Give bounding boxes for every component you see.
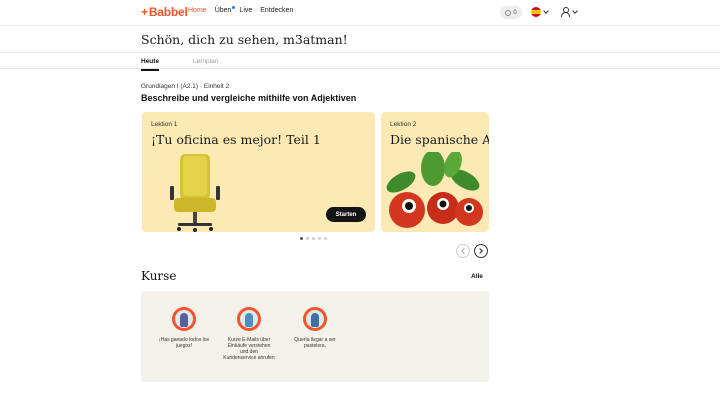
chevron-right-icon bbox=[477, 248, 483, 254]
carousel-next-button[interactable] bbox=[474, 244, 488, 258]
see-all-courses-link[interactable]: Alle bbox=[471, 273, 483, 280]
course-item[interactable]: Kurze E-Mails über Einkäufe verstehen un… bbox=[223, 307, 275, 361]
chevron-left-icon bbox=[461, 248, 467, 254]
carousel-pagination bbox=[300, 237, 327, 240]
start-lesson-button[interactable]: Starten bbox=[326, 207, 366, 222]
unit-title: Beschreibe und vergleiche mithilfe von A… bbox=[141, 93, 357, 103]
nav-ueben[interactable]: Üben bbox=[215, 6, 236, 14]
course-name: ¡Has ganado todos los juegos! bbox=[158, 337, 210, 349]
office-chair-illustration bbox=[170, 154, 220, 232]
nav-entdecken[interactable]: Entdecken bbox=[260, 7, 293, 14]
page-title: Schön, dich zu sehen, m3atman! bbox=[141, 32, 348, 47]
tab-bar: Heute Lernplan bbox=[0, 52, 720, 71]
lesson-label: Lektion 2 bbox=[390, 121, 417, 128]
carousel-dot[interactable] bbox=[306, 237, 309, 240]
courses-heading: Kurse bbox=[141, 269, 177, 283]
lesson-card-2[interactable]: Lektion 2 Die spanische Auss bbox=[381, 112, 489, 232]
language-selector[interactable] bbox=[531, 7, 549, 17]
lesson-label: Lektion 1 bbox=[151, 121, 178, 128]
avatar bbox=[237, 307, 261, 331]
carousel-dot[interactable] bbox=[300, 237, 303, 240]
chevron-down-icon bbox=[572, 8, 578, 14]
user-icon bbox=[561, 7, 570, 17]
nav-live[interactable]: Live bbox=[239, 7, 252, 14]
lesson-card-1[interactable]: Lektion 1 ¡Tu oficina es mejor! Teil 1 S… bbox=[142, 112, 375, 232]
streak-icon bbox=[505, 9, 512, 16]
chevron-down-icon bbox=[543, 8, 549, 14]
notification-dot bbox=[232, 6, 236, 9]
streak-counter[interactable]: 0 bbox=[500, 6, 522, 19]
courses-panel: ¡Has ganado todos los juegos! Kurze E-Ma… bbox=[141, 291, 489, 382]
main-nav: Home Üben Live Entdecken bbox=[188, 6, 293, 14]
top-navigation: +Babbel Home Üben Live Entdecken 0 bbox=[0, 0, 720, 26]
carousel-dot[interactable] bbox=[324, 237, 327, 240]
lesson-title: ¡Tu oficina es mejor! Teil 1 bbox=[151, 132, 321, 147]
lesson-title: Die spanische Auss bbox=[390, 132, 489, 147]
tab-heute[interactable]: Heute bbox=[141, 58, 160, 71]
user-menu[interactable] bbox=[561, 7, 578, 17]
course-item[interactable]: ¡Has ganado todos los juegos! bbox=[158, 307, 210, 349]
course-name: Quería llegar a ser pastelera. bbox=[294, 337, 336, 349]
avatar bbox=[172, 307, 196, 331]
carousel-prev-button[interactable] bbox=[456, 244, 470, 258]
tab-lernplan[interactable]: Lernplan bbox=[193, 58, 218, 65]
course-name: Kurze E-Mails über Einkäufe verstehen un… bbox=[223, 337, 275, 361]
carousel-dot[interactable] bbox=[318, 237, 321, 240]
unit-subtitle: Grundlagen I (A2.1) · Einheit 2 bbox=[141, 83, 230, 90]
babbel-logo[interactable]: +Babbel bbox=[141, 5, 188, 19]
nav-home[interactable]: Home bbox=[188, 7, 207, 14]
carousel-dot[interactable] bbox=[312, 237, 315, 240]
spain-flag-icon bbox=[531, 7, 541, 17]
guarana-fruit-illustration bbox=[386, 152, 483, 228]
avatar bbox=[303, 307, 327, 331]
course-item[interactable]: Quería llegar a ser pastelera. bbox=[289, 307, 341, 349]
streak-count: 0 bbox=[513, 9, 517, 16]
